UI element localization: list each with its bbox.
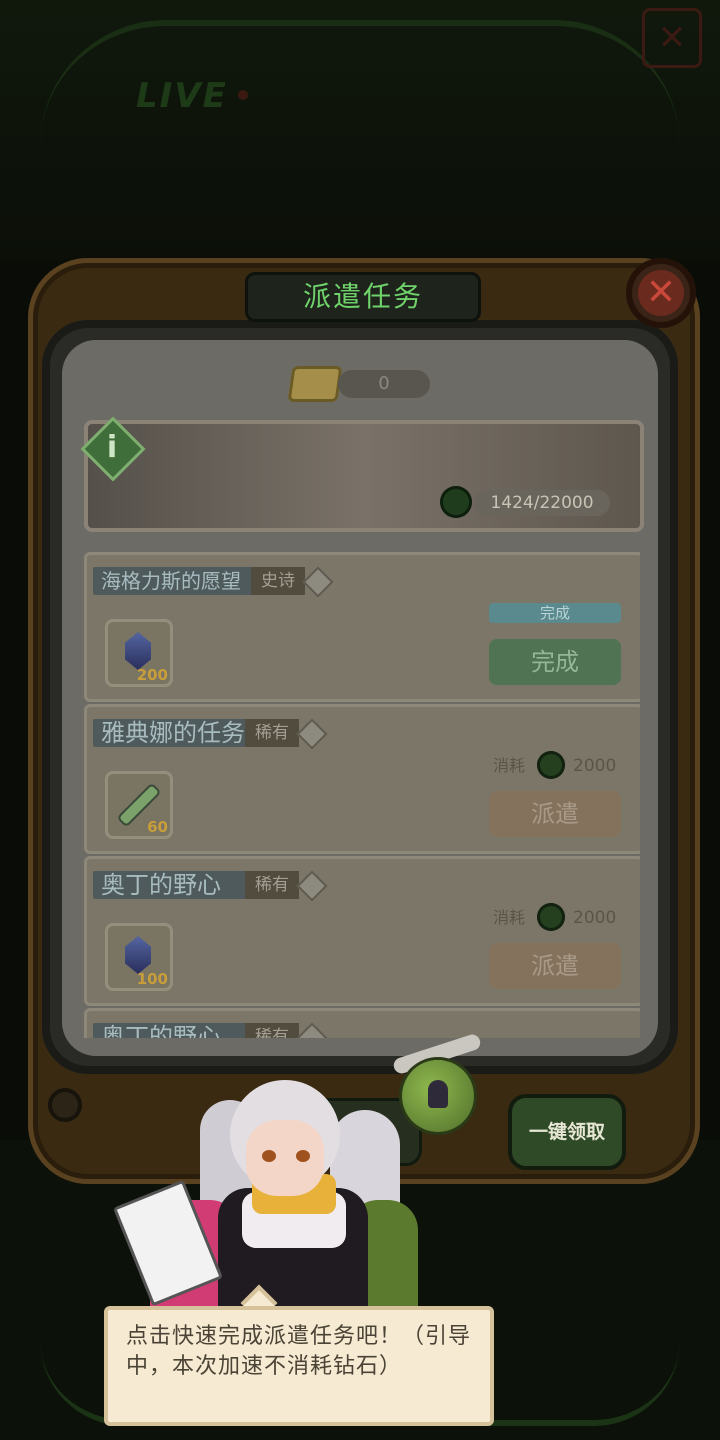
task-status-label: 完成: [489, 603, 621, 623]
panel-title: 派遣任务: [245, 272, 481, 322]
energy-cost-icon: [537, 751, 565, 779]
task-rarity: 稀有: [245, 871, 299, 899]
rarity-diamond-icon: [296, 1022, 328, 1038]
cost-value: 2000: [573, 908, 617, 928]
rarity-diamond-icon: [296, 870, 328, 902]
character-face: [246, 1120, 324, 1196]
claim-all-button[interactable]: 一键领取: [508, 1094, 626, 1170]
task-title: 奥丁的野心: [101, 871, 221, 899]
rarity-diamond-icon: [296, 718, 328, 750]
task-title: 奥丁的野心: [101, 1023, 221, 1038]
reward-item-slot[interactable]: 60: [105, 771, 173, 839]
task-card: 海格力斯的愿望 史诗 200 完成 完成: [84, 552, 640, 702]
scroll-icon: [287, 366, 343, 402]
task-title-bar: 奥丁的野心: [93, 871, 255, 899]
reward-quantity: 200: [136, 666, 168, 684]
energy-counter: 1424/22000: [474, 490, 610, 516]
reward-item-slot[interactable]: 100: [105, 923, 173, 991]
task-rarity: 史诗: [251, 567, 305, 595]
cost-label: 消耗: [493, 756, 526, 775]
crystal-icon: [125, 632, 151, 670]
dispatch-button[interactable]: 派遣: [489, 791, 621, 837]
reward-item-slot[interactable]: 200: [105, 619, 173, 687]
task-rarity: 稀有: [245, 1023, 299, 1038]
task-card: 雅典娜的任务 稀有 60 消耗 2000 派遣: [84, 704, 640, 854]
task-title: 雅典娜的任务: [101, 719, 245, 747]
task-list[interactable]: 海格力斯的愿望 史诗 200 完成 完成 雅典娜的任务 稀有 60 消耗 200…: [80, 552, 640, 1038]
reward-quantity: 100: [136, 970, 168, 988]
reward-quantity: 60: [147, 818, 168, 836]
info-icon: i: [106, 430, 118, 465]
task-card: 奥丁的野心 稀有 100 消耗 2000 派遣: [84, 856, 640, 1006]
complete-button[interactable]: 完成: [489, 639, 621, 685]
task-title-bar: 雅典娜的任务: [93, 719, 255, 747]
task-card: 奥丁的野心 稀有: [84, 1008, 640, 1038]
scroll-counter: 0: [338, 370, 430, 398]
cost-label: 消耗: [493, 908, 526, 927]
live-dot: [238, 90, 248, 100]
crystal-icon: [125, 936, 151, 974]
dispatch-button[interactable]: 派遣: [489, 943, 621, 989]
close-button[interactable]: ✕: [626, 258, 696, 328]
energy-cost-icon: [537, 903, 565, 931]
background-close-icon: ✕: [642, 8, 702, 68]
guide-dialog-text: 点击快速完成派遣任务吧！（引导中，本次加速不消耗钻石）: [126, 1324, 472, 1379]
character-eye: [262, 1150, 276, 1162]
energy-icon: [440, 486, 472, 518]
task-title-bar: 海格力斯的愿望: [93, 567, 277, 595]
task-title-bar: 奥丁的野心: [93, 1023, 255, 1038]
live-label: LIVE: [136, 76, 228, 116]
character-eye: [296, 1150, 310, 1162]
task-title: 海格力斯的愿望: [101, 569, 241, 593]
close-icon: ✕: [638, 270, 684, 316]
screw-icon: [48, 1088, 82, 1122]
cost-value: 2000: [573, 756, 617, 776]
task-rarity: 稀有: [245, 719, 299, 747]
rarity-diamond-icon: [302, 566, 334, 598]
guide-dialog[interactable]: 点击快速完成派遣任务吧！（引导中，本次加速不消耗钻石）: [104, 1306, 494, 1426]
